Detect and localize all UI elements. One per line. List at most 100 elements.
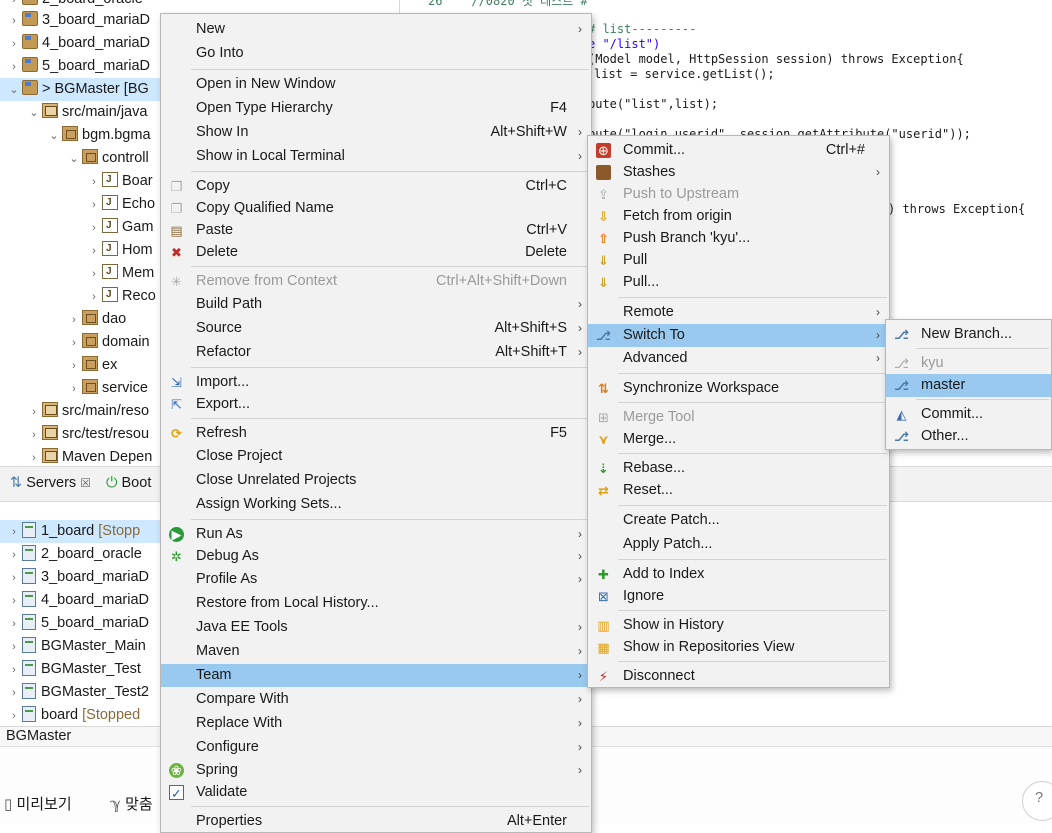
menu-item-export[interactable]: ⇱ Export...: [161, 393, 591, 416]
menu-item-import[interactable]: ⇲ Import...: [161, 371, 591, 394]
menu-item-build-path[interactable]: Build Path ›: [161, 293, 591, 316]
team-item-switch-to[interactable]: ⎇ Switch To ›: [588, 324, 889, 347]
preview-button[interactable]: ▯ 미리보기: [4, 793, 72, 814]
team-item-synchronize[interactable]: ⇅ Synchronize Workspace: [588, 377, 889, 400]
menu-item-run-as[interactable]: ▶ Run As ›: [161, 523, 591, 546]
tree-item[interactable]: › Maven Depen: [28, 446, 152, 466]
tree-item[interactable]: › 4_board_mariaD: [8, 32, 150, 55]
menu-item-copy[interactable]: ❐ Copy Ctrl+C: [161, 175, 591, 198]
tree-item[interactable]: › 5_board_mariaD: [8, 55, 150, 78]
server-row[interactable]: › 2_board_oracle: [8, 543, 142, 566]
team-item-disconnect[interactable]: ⚡ Disconnect: [588, 665, 889, 688]
switch-item-master[interactable]: ⎇ master: [886, 374, 1051, 397]
tree-item[interactable]: › 3_board_mariaD: [8, 9, 150, 32]
server-row[interactable]: › BGMaster_Main: [8, 635, 146, 658]
menu-item-restore-local-history[interactable]: Restore from Local History...: [161, 592, 591, 615]
menu-item-source[interactable]: Source Alt+Shift+S ›: [161, 317, 591, 340]
team-item-advanced[interactable]: Advanced ›: [588, 347, 889, 370]
server-row[interactable]: › 5_board_mariaD: [8, 612, 149, 635]
project-icon: [22, 57, 38, 72]
tree-item[interactable]: ⌄ bgm.bgma: [48, 124, 151, 147]
close-icon[interactable]: ☒: [80, 476, 91, 490]
team-item-remote[interactable]: Remote ›: [588, 301, 889, 324]
spring-icon: ❀: [169, 763, 184, 778]
menu-item-assign-working-sets[interactable]: Assign Working Sets...: [161, 493, 591, 516]
java-file-icon: [102, 283, 118, 306]
menu-item-maven[interactable]: Maven ›: [161, 640, 591, 663]
team-item-pull[interactable]: ⇓ Pull: [588, 249, 889, 272]
tree-item[interactable]: ›Boar: [88, 168, 152, 193]
merge-tool-icon: ⊞: [598, 410, 609, 425]
package-icon: [62, 126, 78, 141]
menu-item-open-type-hierarchy[interactable]: Open Type Hierarchy F4: [161, 97, 591, 120]
server-row[interactable]: › BGMaster_Test: [8, 658, 141, 681]
switch-item-commit[interactable]: ◭ Commit...: [886, 403, 1051, 426]
menu-item-spring[interactable]: ❀ Spring ›: [161, 759, 591, 782]
team-item-ignore[interactable]: ⊠ Ignore: [588, 585, 889, 608]
server-row[interactable]: › board [Stopped: [8, 704, 140, 726]
menu-item-profile-as[interactable]: Profile As ›: [161, 568, 591, 591]
tree-item[interactable]: › src/main/reso: [28, 400, 149, 423]
menu-item-configure[interactable]: Configure ›: [161, 736, 591, 759]
menu-item-refactor[interactable]: Refactor Alt+Shift+T ›: [161, 341, 591, 364]
tree-item[interactable]: ⌄ controll: [68, 147, 149, 170]
menu-item-copy-qualified-name[interactable]: ❐ Copy Qualified Name: [161, 197, 591, 220]
team-item-push-branch[interactable]: ⇧ Push Branch 'kyu'...: [588, 227, 889, 250]
menu-item-close-project[interactable]: Close Project: [161, 445, 591, 468]
team-item-rebase[interactable]: ⇣ Rebase...: [588, 457, 889, 480]
menu-item-paste[interactable]: ▤ Paste Ctrl+V: [161, 219, 591, 242]
menu-item-team[interactable]: Team ›: [161, 664, 591, 687]
menu-item-replace-with[interactable]: Replace With ›: [161, 712, 591, 735]
menu-item-go-into[interactable]: Go Into: [161, 42, 591, 65]
team-item-add-index[interactable]: ✚ Add to Index: [588, 563, 889, 586]
copy-qualified-icon: ❐: [170, 201, 183, 216]
team-item-create-patch[interactable]: Create Patch...: [588, 509, 889, 532]
team-item-commit[interactable]: ⊕ Commit... Ctrl+#: [588, 139, 889, 162]
tree-item[interactable]: › src/test/resou: [28, 423, 149, 446]
menu-item-open-new-window[interactable]: Open in New Window: [161, 73, 591, 96]
tree-item[interactable]: › domain: [68, 331, 150, 354]
tree-item[interactable]: ›Echo: [88, 191, 155, 216]
server-row[interactable]: › 4_board_mariaD: [8, 589, 149, 612]
team-item-pull-dialog[interactable]: ⇓ Pull...: [588, 271, 889, 294]
menu-item-close-unrelated[interactable]: Close Unrelated Projects: [161, 469, 591, 492]
menu-item-show-in[interactable]: Show In Alt+Shift+W ›: [161, 121, 591, 144]
team-item-merge[interactable]: ⋎ Merge...: [588, 428, 889, 451]
tree-item[interactable]: ›Gam: [88, 214, 153, 239]
menu-item-delete[interactable]: ✖ Delete Delete: [161, 241, 591, 264]
tree-item[interactable]: › ex: [68, 354, 117, 377]
team-item-show-repositories[interactable]: ▦ Show in Repositories View: [588, 636, 889, 659]
server-icon: [22, 522, 36, 538]
menu-item-validate[interactable]: ✓ Validate: [161, 781, 591, 804]
team-item-reset[interactable]: ⇄ Reset...: [588, 479, 889, 502]
team-item-show-history[interactable]: ▥ Show in History: [588, 614, 889, 637]
help-button[interactable]: ?: [1022, 781, 1052, 821]
menu-item-debug-as[interactable]: ✲ Debug As ›: [161, 545, 591, 568]
switch-item-kyu[interactable]: ⎇ kyu: [886, 352, 1051, 375]
team-item-stashes[interactable]: Stashes ›: [588, 161, 889, 184]
tab-boot[interactable]: ⏻ Boot: [106, 475, 151, 491]
menu-item-remove-from-context[interactable]: ✳ Remove from Context Ctrl+Alt+Shift+Down: [161, 270, 591, 293]
tree-item[interactable]: ›Mem: [88, 260, 154, 285]
tree-item[interactable]: › service: [68, 377, 148, 400]
server-row[interactable]: › 3_board_mariaD: [8, 566, 149, 589]
team-item-push-upstream[interactable]: ⇪ Push to Upstream: [588, 183, 889, 206]
menu-item-compare-with[interactable]: Compare With ›: [161, 688, 591, 711]
menu-item-properties[interactable]: Properties Alt+Enter: [161, 810, 591, 833]
tree-item[interactable]: › dao: [68, 308, 126, 331]
team-item-apply-patch[interactable]: Apply Patch...: [588, 533, 889, 556]
team-item-merge-tool[interactable]: ⊞ Merge Tool: [588, 406, 889, 429]
switch-item-new-branch[interactable]: ⎇ New Branch...: [886, 323, 1051, 346]
menu-item-show-local-terminal[interactable]: Show in Local Terminal ›: [161, 145, 591, 168]
spellcheck-button[interactable]: ℽ 맞춤: [110, 793, 153, 814]
server-row[interactable]: › BGMaster_Test2: [8, 681, 149, 704]
tab-servers[interactable]: ⇅ Servers ☒: [10, 475, 91, 491]
tree-item[interactable]: ›Hom: [88, 237, 152, 262]
tree-item[interactable]: ›Reco: [88, 283, 156, 308]
switch-item-other[interactable]: ⎇ Other...: [886, 425, 1051, 448]
menu-item-new[interactable]: New ›: [161, 18, 591, 41]
menu-item-java-ee-tools[interactable]: Java EE Tools ›: [161, 616, 591, 639]
menu-item-refresh[interactable]: ⟳ Refresh F5: [161, 422, 591, 445]
team-item-fetch[interactable]: ⇩ Fetch from origin: [588, 205, 889, 228]
tree-item[interactable]: ⌄ src/main/java: [28, 101, 147, 124]
